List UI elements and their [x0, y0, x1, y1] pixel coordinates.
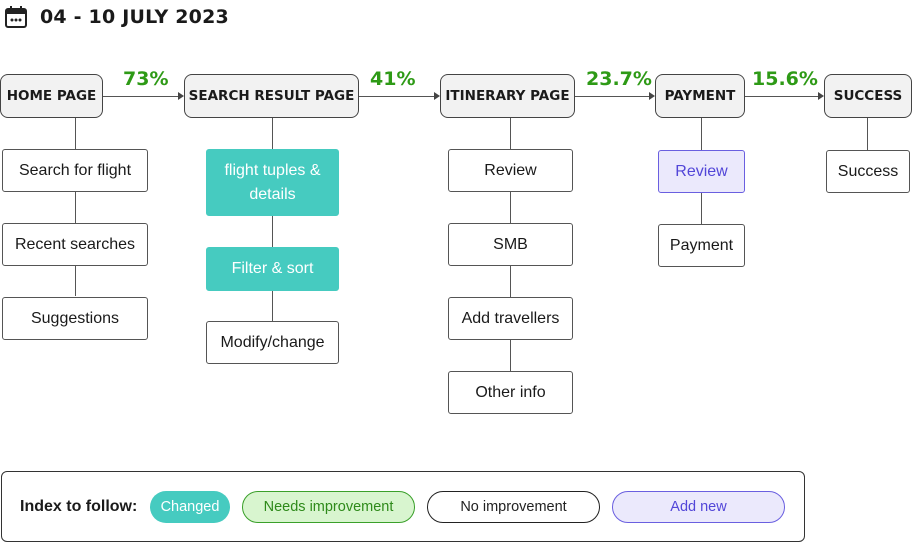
step-other-info[interactable]: Other info [448, 371, 573, 414]
connector-line [745, 96, 818, 97]
step-payment[interactable]: Payment [658, 224, 745, 267]
step-review[interactable]: Review [448, 149, 573, 192]
step-add-travellers[interactable]: Add travellers [448, 297, 573, 340]
step-filter-sort[interactable]: Filter & sort [206, 247, 339, 291]
connector-line [575, 96, 649, 97]
legend-label: Index to follow: [20, 498, 138, 515]
legend-needs-improvement: Needs improvement [242, 491, 415, 523]
stage-home-page[interactable]: HOME PAGE [0, 74, 103, 118]
step-search-for-flight[interactable]: Search for flight [2, 149, 148, 192]
stage-success[interactable]: SUCCESS [824, 74, 912, 118]
stage-search-result-page[interactable]: SEARCH RESULT PAGE [184, 74, 359, 118]
legend-add-new: Add new [612, 491, 785, 523]
step-suggestions[interactable]: Suggestions [2, 297, 148, 340]
tree-line [75, 118, 76, 296]
step-modify-change[interactable]: Modify/change [206, 321, 339, 364]
connector-line [359, 96, 434, 97]
tree-line [867, 118, 868, 150]
conversion-rate: 23.7% [586, 68, 652, 90]
stage-itinerary-page[interactable]: ITINERARY PAGE [440, 74, 575, 118]
step-payment-review[interactable]: Review [658, 150, 745, 193]
conversion-rate: 73% [123, 68, 169, 90]
stage-payment[interactable]: PAYMENT [655, 74, 745, 118]
conversion-rate: 15.6% [752, 68, 818, 90]
legend-no-improvement: No improvement [427, 491, 600, 523]
step-recent-searches[interactable]: Recent searches [2, 223, 148, 266]
calendar-icon [5, 6, 27, 28]
connector-line [103, 96, 178, 97]
date-range-title: 04 - 10 JULY 2023 [40, 6, 229, 28]
step-success[interactable]: Success [826, 150, 910, 193]
step-flight-tuples-details[interactable]: flight tuples & details [206, 149, 339, 216]
legend-changed: Changed [150, 491, 230, 523]
conversion-rate: 41% [370, 68, 416, 90]
step-smb[interactable]: SMB [448, 223, 573, 266]
